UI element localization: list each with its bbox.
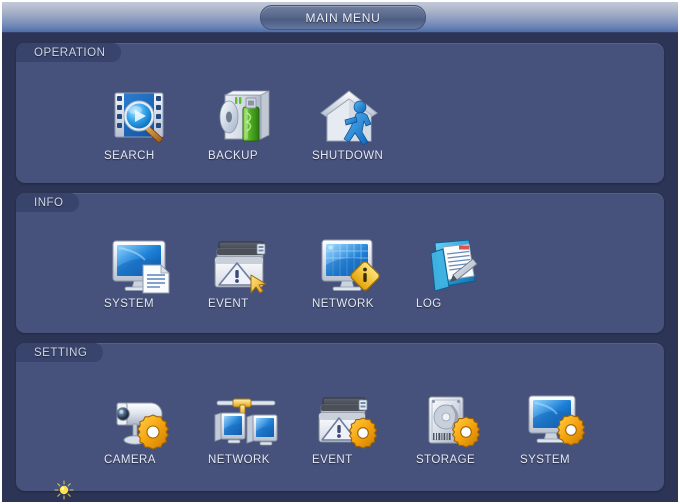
section-operation: OPERATION SEARCH BACKUP SHUTDOWN: [16, 43, 664, 183]
menu-item-backup[interactable]: BACKUP: [208, 87, 310, 162]
section-setting-label: SETTING: [16, 343, 104, 362]
menu-item-label: SYSTEM: [104, 298, 154, 310]
title-bar: MAIN MENU: [2, 2, 678, 33]
menu-item-label: SEARCH: [104, 150, 155, 162]
film-search-icon: [107, 87, 177, 149]
two-monitors-cable-icon: [211, 391, 281, 453]
menu-item-label: SHUTDOWN: [312, 150, 384, 162]
window-title-pill: MAIN MENU: [260, 5, 426, 30]
menu-body: OPERATION SEARCH BACKUP SHUTDOWN INFO SY…: [2, 33, 678, 502]
menu-item-label: CAMERA: [104, 454, 156, 466]
menu-item-info-network[interactable]: NETWORK: [312, 235, 414, 310]
monitor-info-icon: [315, 235, 385, 297]
monitor-gear-icon: [523, 391, 593, 453]
section-setting: SETTING CAMERA NETWORK EVENT STORAGE SYS…: [16, 343, 664, 491]
menu-item-label: BACKUP: [208, 150, 258, 162]
menu-item-info-system[interactable]: SYSTEM: [104, 235, 206, 310]
menu-item-shutdown[interactable]: SHUTDOWN: [312, 87, 414, 162]
menu-item-info-event[interactable]: EVENT: [208, 235, 310, 310]
menu-item-setting-storage[interactable]: STORAGE: [416, 391, 518, 466]
menu-item-setting-system[interactable]: SYSTEM: [520, 391, 622, 466]
menu-item-setting-network[interactable]: NETWORK: [208, 391, 310, 466]
section-operation-label: OPERATION: [16, 43, 122, 62]
menu-item-label: EVENT: [312, 454, 353, 466]
menu-item-search[interactable]: SEARCH: [104, 87, 206, 162]
windows-warning-icon: [211, 235, 281, 297]
menu-item-label: NETWORK: [312, 298, 374, 310]
sparkle-cursor: [54, 480, 74, 500]
page-title: MAIN MENU: [305, 10, 381, 25]
monitor-document-icon: [107, 235, 177, 297]
main-menu-window: MAIN MENU OPERATION SEARCH BACKUP SHUTDO…: [0, 0, 680, 504]
menu-item-info-log[interactable]: LOG: [416, 235, 518, 310]
menu-item-setting-camera[interactable]: CAMERA: [104, 391, 206, 466]
drive-usb-icon: [211, 87, 281, 149]
menu-item-label: LOG: [416, 298, 442, 310]
menu-item-label: STORAGE: [416, 454, 476, 466]
menu-item-label: EVENT: [208, 298, 249, 310]
camera-gear-icon: [107, 391, 177, 453]
house-exit-icon: [315, 87, 385, 149]
section-info: INFO SYSTEM EVENT NETWORK LOG: [16, 193, 664, 333]
section-info-label: INFO: [16, 193, 80, 212]
menu-item-label: NETWORK: [208, 454, 270, 466]
harddisk-gear-icon: [419, 391, 489, 453]
menu-item-label: SYSTEM: [520, 454, 570, 466]
windows-warning-gear-icon: [315, 391, 385, 453]
menu-item-setting-event[interactable]: EVENT: [312, 391, 414, 466]
folder-pen-icon: [419, 235, 489, 297]
